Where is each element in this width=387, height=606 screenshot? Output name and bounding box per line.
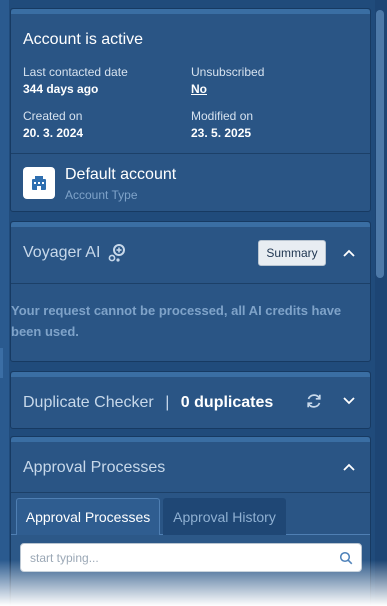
divider <box>11 283 370 284</box>
card-top-bar <box>11 222 370 227</box>
side-panel: Account is active Last contacted date 34… <box>0 0 387 606</box>
created-label: Created on <box>23 109 83 123</box>
voyager-ai-card: Voyager AI Summary Your request cannot b… <box>10 221 371 362</box>
divider <box>11 153 370 154</box>
duplicate-checker-header: Duplicate Checker | 0 duplicates <box>23 394 273 412</box>
left-edge-tick <box>0 348 3 378</box>
divider <box>11 492 370 493</box>
modified-value: 23. 5. 2025 <box>191 126 252 140</box>
card-top-bar <box>11 372 370 377</box>
tab-approval-processes[interactable]: Approval Processes <box>16 498 160 535</box>
title-separator: | <box>165 394 170 411</box>
ai-credits-message: Your request cannot be processed, all AI… <box>11 303 342 339</box>
duplicate-count: 0 duplicates <box>180 394 274 411</box>
search-input[interactable] <box>28 550 332 566</box>
account-status-title: Account is active <box>23 31 144 48</box>
created-value: 20. 3. 2024 <box>23 126 84 140</box>
approval-processes-title: Approval Processes <box>23 459 166 476</box>
ai-sparkle-icon <box>107 243 127 268</box>
account-card: Account is active Last contacted date 34… <box>10 8 371 212</box>
summary-button[interactable]: Summary <box>258 240 326 266</box>
last-contacted-value: 344 days ago <box>23 82 99 96</box>
account-type-subtitle: Account Type <box>65 188 138 202</box>
account-type-title: Default account <box>65 166 177 183</box>
search-field[interactable] <box>20 543 362 572</box>
chevron-up-icon[interactable] <box>340 458 358 476</box>
modified-label: Modified on <box>191 109 254 123</box>
building-icon <box>23 167 55 199</box>
card-top-bar <box>11 9 370 14</box>
tab-approval-history[interactable]: Approval History <box>163 498 286 535</box>
refresh-icon[interactable] <box>305 392 323 410</box>
chevron-down-icon[interactable] <box>340 392 358 410</box>
approval-processes-card: Approval Processes Approval Processes Ap… <box>10 436 371 606</box>
card-top-bar <box>11 437 370 442</box>
chevron-up-icon[interactable] <box>340 244 358 262</box>
last-contacted-label: Last contacted date <box>23 65 128 79</box>
search-icon[interactable] <box>339 551 353 570</box>
duplicate-checker-card: Duplicate Checker | 0 duplicates <box>10 371 371 429</box>
scrollbar-thumb[interactable] <box>376 10 384 278</box>
duplicate-checker-title: Duplicate Checker <box>23 394 154 411</box>
unsubscribed-label: Unsubscribed <box>191 65 265 79</box>
voyager-ai-title: Voyager AI <box>23 244 101 261</box>
unsubscribed-value-link[interactable]: No <box>191 82 207 96</box>
left-edge-strip <box>0 0 9 606</box>
